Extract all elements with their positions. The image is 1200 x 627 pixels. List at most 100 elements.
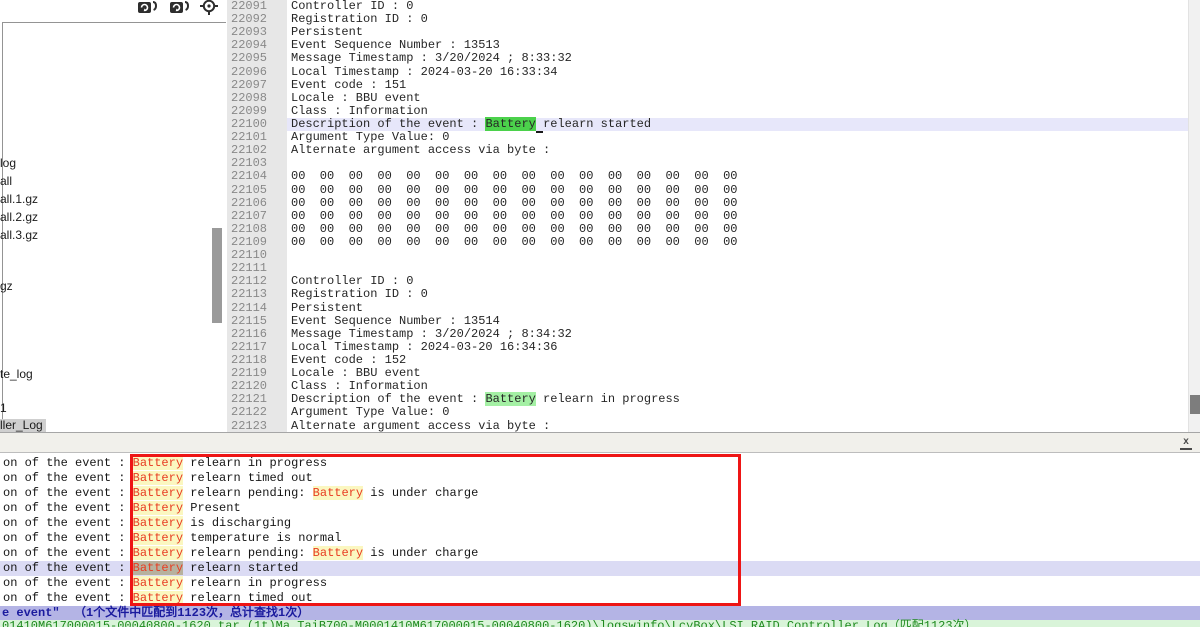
line-number: 22104 <box>227 170 287 183</box>
editor-text-area[interactable]: Controller ID : 0Registration ID : 0Pers… <box>287 0 1188 433</box>
text-segment: relearn started <box>543 117 651 131</box>
text-segment: on of the event : <box>3 471 133 485</box>
editor-scrollbar[interactable] <box>1188 0 1200 433</box>
file-item[interactable]: all.1.gz <box>0 193 41 206</box>
match-highlight: Battery <box>133 456 183 470</box>
match-highlight: Battery <box>313 486 363 500</box>
selected-match-highlight: Battery <box>485 117 535 131</box>
file-item[interactable]: all.3.gz <box>0 229 41 242</box>
code-line[interactable]: Registration ID : 0 <box>287 288 1188 301</box>
result-row[interactable]: on of the event : Battery Present <box>0 501 1200 516</box>
result-row[interactable]: on of the event : Battery relearn timed … <box>0 471 1200 486</box>
result-row[interactable]: on of the event : Battery relearn in pro… <box>0 456 1200 471</box>
text-segment: on of the event : <box>3 516 133 530</box>
code-line[interactable]: Event code : 151 <box>287 79 1188 92</box>
sync-folder-icon[interactable] <box>136 0 160 15</box>
text-segment: on of the event : <box>3 546 133 560</box>
line-number: 22106 <box>227 197 287 210</box>
log-viewer-window: log all all.1.gz all.2.gz all.3.gz gz te_log 1 l… <box>0 0 1200 627</box>
text-segment: on of the event : <box>3 591 133 605</box>
result-row[interactable]: on of the event : Battery relearn pendin… <box>0 546 1200 561</box>
locate-file-icon[interactable] <box>199 0 219 15</box>
match-highlight: Battery <box>133 516 183 530</box>
line-number-gutter: 2209122092220932209422095220962209722098… <box>227 0 287 433</box>
match-highlight: Battery <box>133 546 183 560</box>
result-row[interactable]: on of the event : Battery is discharging <box>0 516 1200 531</box>
text-segment: relearn pending: <box>183 546 313 560</box>
code-line[interactable]: Event code : 152 <box>287 354 1188 367</box>
match-highlight: Battery <box>133 576 183 590</box>
text-segment: relearn timed out <box>183 471 313 485</box>
code-line[interactable]: Message Timestamp : 3/20/2024 ; 8:34:32 <box>287 328 1188 341</box>
text-segment: on of the event : <box>3 486 133 500</box>
code-line[interactable]: Persistent <box>287 302 1188 315</box>
sync-folder-icon-2[interactable] <box>168 0 192 15</box>
line-number: 22117 <box>227 341 287 354</box>
code-line[interactable]: Local Timestamp : 2024-03-20 16:34:36 <box>287 341 1188 354</box>
text-caret <box>536 117 543 133</box>
match-highlight: Battery <box>133 486 183 500</box>
search-file-path-bar[interactable]: 01410M617000015-00040800-1620.tar (1t)Ma… <box>0 620 1200 627</box>
text-segment: Present <box>183 501 241 515</box>
code-line[interactable]: 00 00 00 00 00 00 00 00 00 00 00 00 00 0… <box>287 184 1188 197</box>
line-number: 22107 <box>227 210 287 223</box>
text-segment: relearn pending: <box>183 486 313 500</box>
code-line[interactable]: 00 00 00 00 00 00 00 00 00 00 00 00 00 0… <box>287 210 1188 223</box>
log-editor[interactable]: 2209122092220932209422095220962209722098… <box>227 0 1200 433</box>
line-number: 22113 <box>227 288 287 301</box>
text-segment: relearn timed out <box>183 591 313 605</box>
search-summary-bar[interactable]: e event" （1个文件中匹配到1123次，总计查找1次） <box>0 606 1200 620</box>
folder-panel-toolbar <box>0 0 227 22</box>
match-highlight: Battery <box>133 471 183 485</box>
code-line[interactable]: Registration ID : 0 <box>287 13 1188 26</box>
result-row[interactable]: on of the event : Battery relearn timed … <box>0 591 1200 606</box>
text-segment: Description of the event : <box>291 392 485 406</box>
text-segment: is under charge <box>363 546 478 560</box>
text-segment: relearn in progress <box>183 456 327 470</box>
code-line[interactable] <box>287 262 1188 275</box>
file-item[interactable]: all <box>0 175 15 188</box>
result-row[interactable]: on of the event : Battery relearn pendin… <box>0 486 1200 501</box>
match-highlight: Battery <box>133 531 183 545</box>
file-item[interactable]: 1 <box>0 402 10 415</box>
folder-workspace-panel: log all all.1.gz all.2.gz all.3.gz gz te_log 1 l… <box>0 0 227 433</box>
sidebar-scrollbar-thumb[interactable] <box>212 228 222 323</box>
line-number: 22105 <box>227 184 287 197</box>
search-results-list: on of the event : Battery relearn in pro… <box>0 453 1200 609</box>
code-line[interactable]: Message Timestamp : 3/20/2024 ; 8:33:32 <box>287 52 1188 65</box>
file-item[interactable]: log <box>0 157 19 170</box>
code-line[interactable]: Alternate argument access via byte : <box>287 144 1188 157</box>
text-segment: on of the event : <box>3 531 133 545</box>
line-number: 22115 <box>227 315 287 328</box>
line-number: 22114 <box>227 302 287 315</box>
file-item[interactable]: ller_Log <box>0 419 46 432</box>
code-line[interactable]: Event Sequence Number : 13514 <box>287 315 1188 328</box>
search-results-panel-header[interactable]: x <box>0 432 1200 453</box>
code-line[interactable] <box>287 249 1188 262</box>
file-item[interactable]: all.2.gz <box>0 211 41 224</box>
editor-scrollbar-thumb[interactable] <box>1190 395 1200 414</box>
text-segment: on of the event : <box>3 501 133 515</box>
code-line[interactable]: 00 00 00 00 00 00 00 00 00 00 00 00 00 0… <box>287 223 1188 236</box>
line-number: 22123 <box>227 420 287 433</box>
code-line[interactable]: 00 00 00 00 00 00 00 00 00 00 00 00 00 0… <box>287 170 1188 183</box>
text-segment: relearn in progress <box>536 392 680 406</box>
result-row-selected[interactable]: on of the event : Battery relearn starte… <box>0 561 1200 576</box>
result-row[interactable]: on of the event : Battery temperature is… <box>0 531 1200 546</box>
line-number: 22095 <box>227 52 287 65</box>
code-line[interactable]: Argument Type Value: 0 <box>287 406 1188 419</box>
code-line[interactable]: Local Timestamp : 2024-03-20 16:33:34 <box>287 66 1188 79</box>
file-item[interactable]: gz <box>0 280 16 293</box>
text-segment: relearn started <box>183 561 298 575</box>
close-icon[interactable]: x <box>1180 437 1192 450</box>
code-line[interactable]: Locale : BBU event <box>287 92 1188 105</box>
line-number: 22097 <box>227 79 287 92</box>
result-row[interactable]: on of the event : Battery relearn in pro… <box>0 576 1200 591</box>
current-match-highlight: Battery <box>133 561 183 575</box>
file-item[interactable]: te_log <box>0 368 36 381</box>
code-line[interactable]: 00 00 00 00 00 00 00 00 00 00 00 00 00 0… <box>287 197 1188 210</box>
text-segment: temperature is normal <box>183 531 341 545</box>
code-line[interactable]: 00 00 00 00 00 00 00 00 00 00 00 00 00 0… <box>287 236 1188 249</box>
line-number: 22122 <box>227 406 287 419</box>
code-line[interactable]: Alternate argument access via byte : <box>287 420 1188 433</box>
